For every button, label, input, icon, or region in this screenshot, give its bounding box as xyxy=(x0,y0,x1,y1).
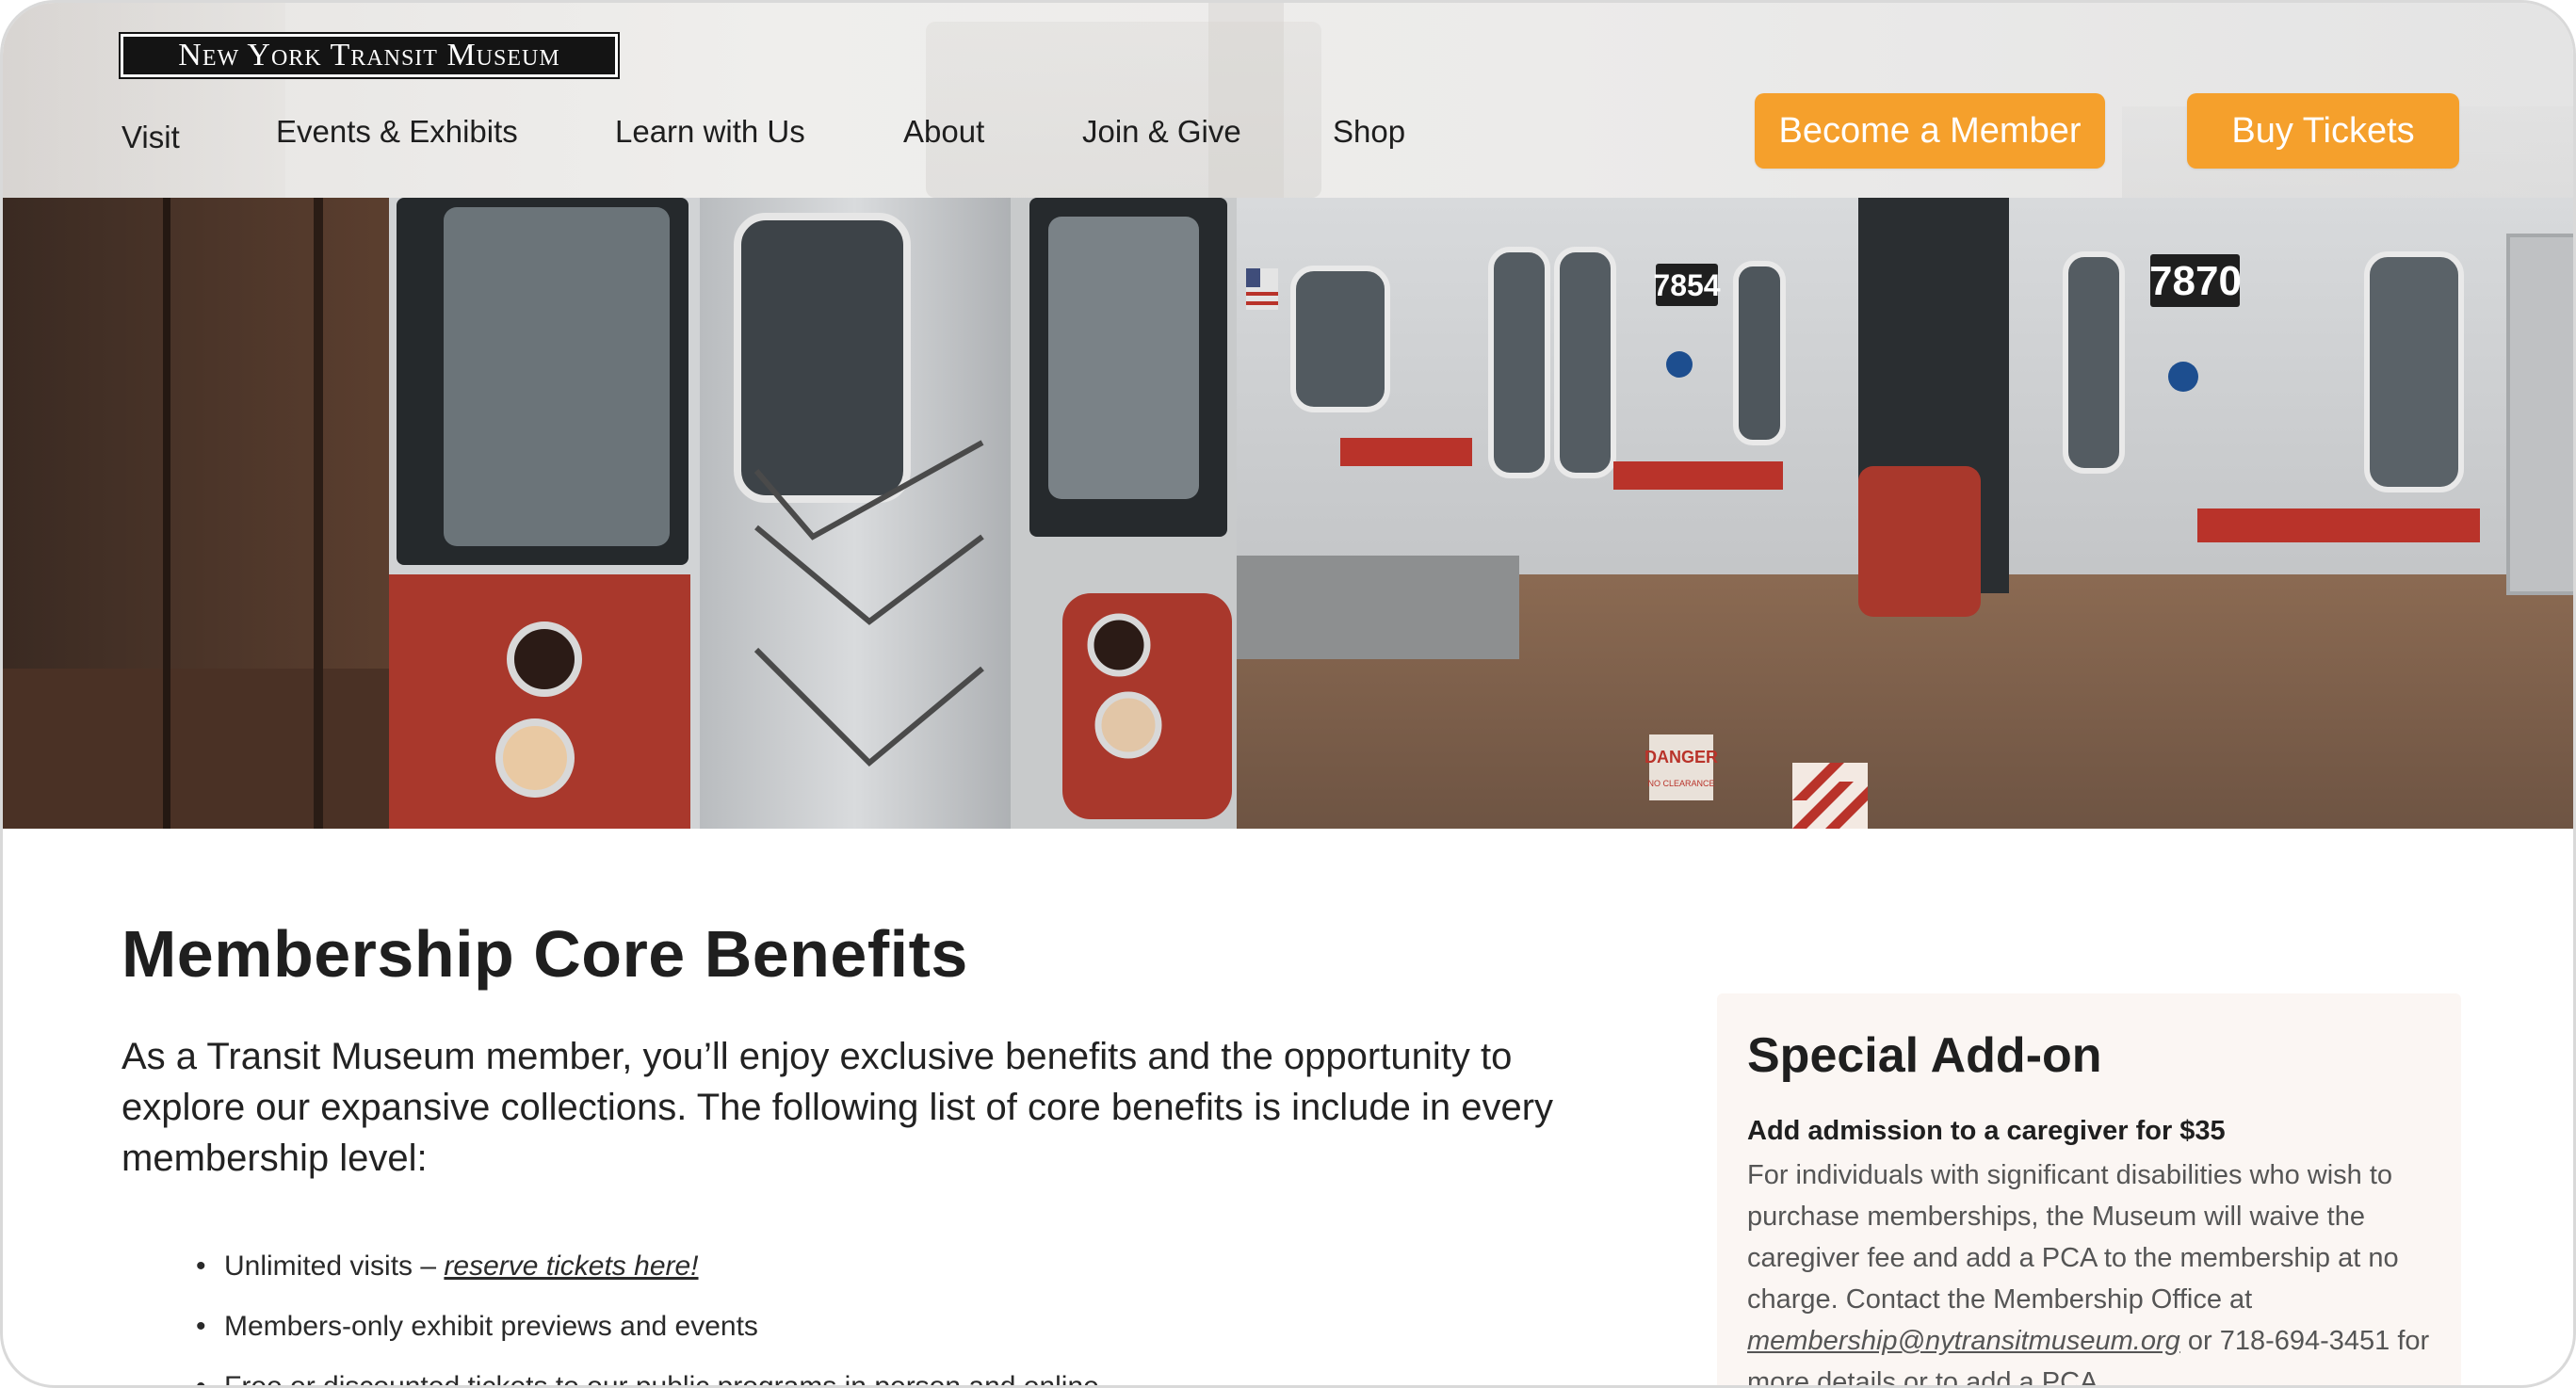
danger-sign-text: NO CLEARANCE xyxy=(1647,779,1714,788)
site-header: New York Transit Museum Visit Events & E… xyxy=(3,3,2573,198)
car-number-label: 7854 xyxy=(1653,268,1720,302)
reserve-tickets-link[interactable]: reserve tickets here! xyxy=(444,1251,698,1282)
platform-shadow xyxy=(3,669,398,829)
list-item: Unlimited visits – reserve tickets here! xyxy=(196,1251,1099,1283)
list-item: Members-only exhibit previews and events xyxy=(196,1311,1099,1343)
become-member-button[interactable]: Become a Member xyxy=(1755,93,2105,169)
addon-title: Special Add-on xyxy=(1747,1028,2102,1083)
mta-logo-icon xyxy=(2168,362,2198,392)
membership-email-link[interactable]: membership@nytransitmuseum.org xyxy=(1747,1326,2180,1356)
mta-logo-icon xyxy=(1666,351,1693,378)
nav-item-learn-with-us[interactable]: Learn with Us xyxy=(615,114,805,150)
nav-item-about[interactable]: About xyxy=(903,114,984,150)
nav-item-visit[interactable]: Visit xyxy=(122,120,180,155)
subway-train-illustration: 7854 7870 DANGER NO CLEARANCE xyxy=(3,198,2573,829)
addon-description: For individuals with significant disabil… xyxy=(1747,1154,2431,1385)
buy-tickets-button[interactable]: Buy Tickets xyxy=(2187,93,2459,169)
nav-item-join-give[interactable]: Join & Give xyxy=(1082,114,1241,150)
page-title: Membership Core Benefits xyxy=(122,917,968,991)
intro-paragraph: As a Transit Museum member, you’ll enjoy… xyxy=(122,1036,1554,1179)
car-number-label: 7870 xyxy=(2149,258,2242,304)
header-background-shape xyxy=(1208,3,1284,198)
hero-subway-image: 7854 7870 DANGER NO CLEARANCE xyxy=(3,198,2573,829)
headlight xyxy=(495,718,575,798)
list-item: Free or discounted tickets to our public… xyxy=(196,1371,1099,1385)
header-background-shape xyxy=(3,3,285,198)
nav-item-events-exhibits[interactable]: Events & Exhibits xyxy=(276,114,518,150)
danger-sign xyxy=(1649,734,1713,800)
special-addon-card: Special Add-on Add admission to a caregi… xyxy=(1717,993,2461,1385)
striped-barrier xyxy=(1792,763,1868,829)
browser-frame: New York Transit Museum Visit Events & E… xyxy=(0,0,2576,1388)
benefits-list: Unlimited visits – reserve tickets here!… xyxy=(196,1251,1099,1385)
nav-item-shop[interactable]: Shop xyxy=(1333,114,1405,150)
danger-sign-text: DANGER xyxy=(1644,748,1718,767)
headlight xyxy=(507,621,582,697)
addon-subtitle: Add admission to a caregiver for $35 xyxy=(1747,1116,2226,1146)
museum-logo[interactable]: New York Transit Museum xyxy=(119,32,620,79)
